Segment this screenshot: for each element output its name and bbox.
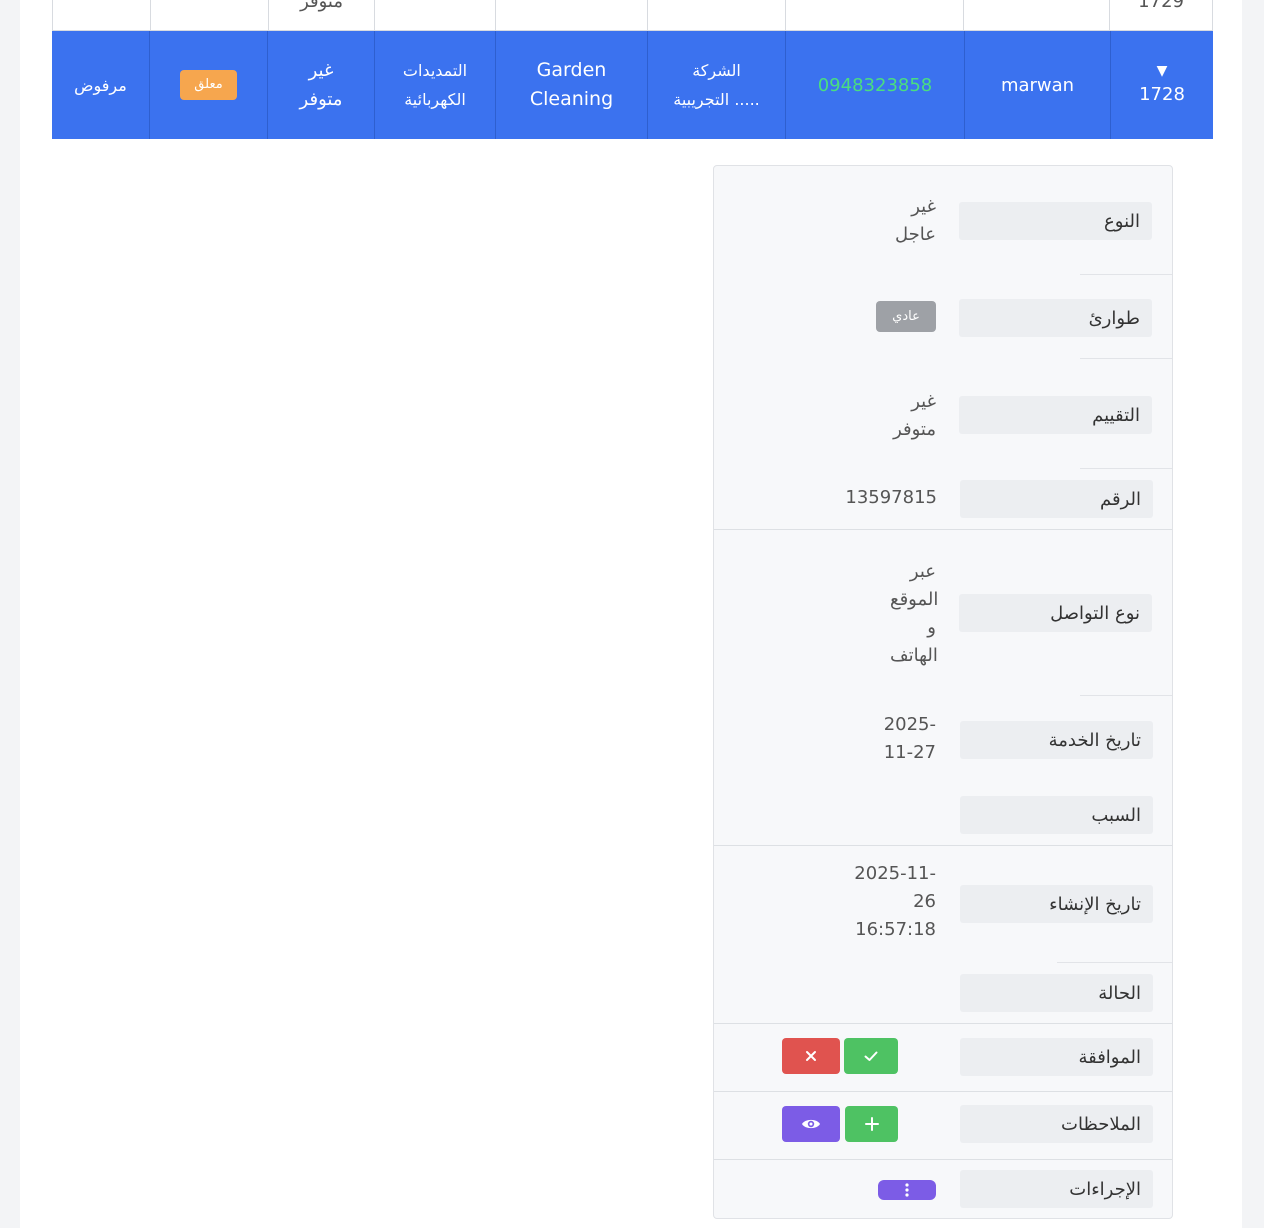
reject-button[interactable] bbox=[782, 1038, 840, 1074]
id-cell: 1729 bbox=[1109, 0, 1212, 30]
section-divider bbox=[714, 845, 1172, 846]
result-text: مرفوض bbox=[74, 75, 127, 95]
section-divider bbox=[714, 1091, 1172, 1092]
customer-cell bbox=[963, 0, 1109, 30]
availability-cell: غير متوفر bbox=[267, 31, 374, 139]
divider bbox=[1080, 358, 1172, 359]
service-date-value: 2025-11-27 bbox=[883, 714, 936, 763]
service-date-label: تاريخ الخدمة bbox=[960, 721, 1153, 759]
type-label: النوع bbox=[959, 202, 1152, 240]
emergency-badge: عادي bbox=[876, 301, 936, 332]
details-card: النوع غير عاجل طوارئ عادي التقييم غير مت… bbox=[713, 165, 1173, 1219]
availability-cell: متوفر bbox=[267, 0, 375, 30]
type-value: غير عاجل bbox=[895, 196, 936, 245]
contact-type-value: عبر الموقع و الهاتف bbox=[890, 561, 939, 666]
created-date-label: تاريخ الإنشاء bbox=[960, 885, 1153, 923]
category-cell: التمديدات الكهربائية bbox=[374, 31, 495, 139]
contact-type-label: نوع التواصل bbox=[959, 594, 1152, 632]
notes-label: الملاحظات bbox=[960, 1105, 1153, 1143]
approval-label: الموافقة bbox=[960, 1038, 1153, 1076]
table-row[interactable]: 1729 متوفر bbox=[52, 0, 1213, 31]
company-name: الشركة التجريبية ..... bbox=[673, 61, 760, 109]
result-cell bbox=[53, 0, 150, 30]
close-icon bbox=[806, 1051, 816, 1061]
rating-value: غير متوفر bbox=[893, 391, 936, 440]
section-divider bbox=[714, 1023, 1172, 1024]
company-cell: الشركة التجريبية ..... bbox=[647, 31, 785, 139]
table-row-selected[interactable]: ▼ 1728 marwan 0948323858 الشركة التجريبي… bbox=[52, 31, 1213, 139]
availability-text: غير متوفر bbox=[299, 60, 343, 110]
add-note-button[interactable] bbox=[845, 1106, 898, 1142]
divider bbox=[1080, 695, 1172, 696]
phone-link[interactable]: 0948323858 bbox=[818, 71, 933, 100]
view-notes-button[interactable] bbox=[782, 1106, 840, 1142]
state-cell: معلق bbox=[149, 31, 267, 139]
eye-icon bbox=[802, 1119, 820, 1129]
service-name: Garden Cleaning bbox=[529, 59, 614, 110]
status-label: الحالة bbox=[960, 974, 1153, 1012]
id-cell[interactable]: ▼ 1728 bbox=[1110, 31, 1213, 139]
company-cell bbox=[646, 0, 785, 30]
divider bbox=[1080, 468, 1172, 469]
approve-button[interactable] bbox=[844, 1038, 898, 1074]
created-date-value: 2025-11-26 16:57:18 bbox=[854, 863, 936, 940]
service-cell bbox=[495, 0, 647, 30]
section-divider bbox=[714, 1159, 1172, 1160]
actions-menu-button[interactable] bbox=[878, 1180, 936, 1200]
emergency-label: طوارئ bbox=[959, 299, 1152, 337]
plus-icon bbox=[864, 1117, 879, 1131]
caret-down-icon[interactable]: ▼ bbox=[1157, 62, 1168, 80]
row-id: 1728 bbox=[1139, 83, 1185, 105]
row-id: 1729 bbox=[1138, 0, 1184, 12]
category-name: التمديدات الكهربائية bbox=[402, 61, 468, 109]
availability-text: متوفر bbox=[300, 0, 343, 12]
divider bbox=[1080, 274, 1172, 275]
number-label: الرقم bbox=[960, 480, 1153, 518]
phone-cell bbox=[784, 0, 964, 30]
customer-name: marwan bbox=[1000, 74, 1075, 96]
more-vertical-icon bbox=[905, 1183, 909, 1197]
customer-cell: marwan bbox=[964, 31, 1110, 139]
state-badge: معلق bbox=[180, 70, 237, 100]
state-cell bbox=[149, 0, 268, 30]
divider bbox=[1057, 962, 1172, 963]
section-divider bbox=[714, 529, 1172, 530]
service-cell: Garden Cleaning bbox=[495, 31, 647, 139]
rating-label: التقييم bbox=[959, 396, 1152, 434]
number-value: 13597815 bbox=[845, 487, 937, 508]
reason-label: السبب bbox=[960, 796, 1153, 834]
check-icon bbox=[864, 1051, 878, 1061]
phone-cell[interactable]: 0948323858 bbox=[785, 31, 964, 139]
result-cell: مرفوض bbox=[52, 31, 149, 139]
actions-label: الإجراءات bbox=[960, 1170, 1153, 1208]
category-cell bbox=[374, 0, 495, 30]
